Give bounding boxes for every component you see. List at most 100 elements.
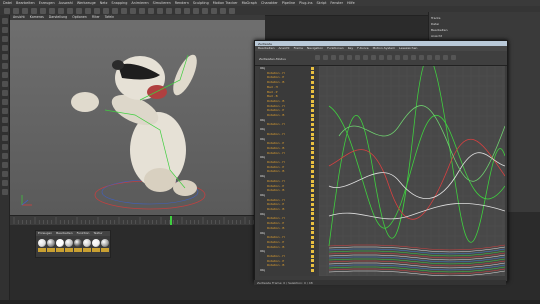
- tool-icon[interactable]: [13, 7, 19, 14]
- timeline-tool-icon[interactable]: [419, 55, 424, 60]
- material-swatch[interactable]: [38, 239, 46, 247]
- track-list[interactable]: Obj Rotation . H Rotation . P Rotation . BB…: [259, 66, 317, 276]
- timeline-tool-icon[interactable]: [363, 55, 368, 60]
- timeline-tool-icon[interactable]: [371, 55, 376, 60]
- tool-icon[interactable]: [1, 117, 8, 123]
- tool-icon[interactable]: [1, 81, 8, 87]
- tool-icon[interactable]: [1, 189, 8, 195]
- track-toggle[interactable]: [311, 259, 314, 263]
- menu-item[interactable]: Snapping: [111, 1, 127, 5]
- menu-item[interactable]: Rendern: [175, 1, 189, 5]
- menu-item[interactable]: Auswahl: [59, 1, 73, 5]
- tool-icon[interactable]: [1, 135, 8, 141]
- track-toggle[interactable]: [311, 160, 314, 164]
- material-swatch[interactable]: [83, 239, 91, 247]
- timeline-tool-icon[interactable]: [355, 55, 360, 60]
- tool-icon[interactable]: [40, 7, 46, 14]
- menu-item[interactable]: Simulieren: [153, 1, 171, 5]
- menu-item[interactable]: Motion Tracker: [213, 1, 238, 5]
- timeline-tool-icon[interactable]: [323, 55, 328, 60]
- tool-icon[interactable]: [1, 153, 8, 159]
- tool-icon[interactable]: [211, 7, 217, 14]
- timeline-tool-icon[interactable]: [347, 55, 352, 60]
- tool-icon[interactable]: [1, 18, 8, 24]
- tool-icon[interactable]: [1, 144, 8, 150]
- track-toggle[interactable]: [311, 217, 314, 221]
- track-toggle[interactable]: [311, 127, 314, 131]
- track-row[interactable]: Obj: [259, 268, 317, 273]
- track-toggle[interactable]: [311, 156, 314, 160]
- timeline-tool-icon[interactable]: [435, 55, 440, 60]
- tool-icon[interactable]: [1, 108, 8, 114]
- timeline-tool-icon[interactable]: [403, 55, 408, 60]
- menu-item[interactable]: Skript: [316, 1, 326, 5]
- track-toggle[interactable]: [311, 141, 314, 145]
- object-manager-row[interactable]: Tracks: [431, 16, 440, 20]
- track-toggle[interactable]: [311, 179, 314, 183]
- track-toggle[interactable]: [311, 240, 314, 244]
- tool-icon[interactable]: [31, 7, 37, 14]
- material-menu-item[interactable]: Erzeugen: [38, 231, 52, 236]
- material-swatch[interactable]: [92, 239, 100, 247]
- track-toggle[interactable]: [311, 90, 314, 94]
- track-toggle[interactable]: [311, 212, 314, 216]
- tool-icon[interactable]: [103, 7, 109, 14]
- track-toggle[interactable]: [311, 132, 314, 136]
- tool-icon[interactable]: [220, 7, 226, 14]
- track-toggle[interactable]: [311, 184, 314, 188]
- track-toggle[interactable]: [311, 188, 314, 192]
- track-toggle[interactable]: [311, 235, 314, 239]
- tool-icon[interactable]: [157, 7, 163, 14]
- tool-icon[interactable]: [67, 7, 73, 14]
- menu-item[interactable]: Bearbeiten: [16, 1, 35, 5]
- tool-icon[interactable]: [1, 72, 8, 78]
- timeline-tool-icon[interactable]: [395, 55, 400, 60]
- tool-icon[interactable]: [1, 171, 8, 177]
- track-toggle[interactable]: [311, 113, 314, 117]
- tool-icon[interactable]: [139, 7, 145, 14]
- tool-icon[interactable]: [202, 7, 208, 14]
- tool-icon[interactable]: [1, 27, 8, 33]
- fcurve-graph[interactable]: [318, 57, 506, 277]
- fcurve-canvas[interactable]: [318, 57, 506, 277]
- track-toggle[interactable]: [311, 85, 314, 89]
- tool-icon[interactable]: [1, 63, 8, 69]
- menu-item[interactable]: Datei: [3, 1, 12, 5]
- menu-item[interactable]: Charakter: [261, 1, 278, 5]
- track-toggle[interactable]: [311, 71, 314, 75]
- tool-icon[interactable]: [1, 126, 8, 132]
- tool-icon[interactable]: [85, 7, 91, 14]
- tool-icon[interactable]: [94, 7, 100, 14]
- material-menu-item[interactable]: Textur: [93, 231, 102, 236]
- object-manager-row[interactable]: Datei: [431, 22, 439, 26]
- track-toggle[interactable]: [311, 137, 314, 141]
- track-toggle[interactable]: [311, 118, 314, 122]
- track-toggle[interactable]: [311, 254, 314, 258]
- material-swatch[interactable]: [101, 239, 109, 247]
- timeline-tool-icon[interactable]: [451, 55, 456, 60]
- material-swatch[interactable]: [65, 239, 73, 247]
- tool-icon[interactable]: [1, 54, 8, 60]
- tool-icon[interactable]: [175, 7, 181, 14]
- timeline-tool-icon[interactable]: [387, 55, 392, 60]
- track-toggle[interactable]: [311, 165, 314, 169]
- tool-icon[interactable]: [76, 7, 82, 14]
- track-toggle[interactable]: [311, 268, 314, 272]
- timeline-tool-icon[interactable]: [315, 55, 320, 60]
- object-manager-row[interactable]: Bearbeiten: [431, 28, 447, 32]
- tool-icon[interactable]: [4, 7, 10, 14]
- track-toggle[interactable]: [311, 226, 314, 230]
- menu-item[interactable]: Pipeline: [282, 1, 295, 5]
- material-menu-item[interactable]: Bearbeiten: [56, 231, 72, 236]
- viewport-canvas[interactable]: [10, 20, 265, 215]
- timeline-scrubber[interactable]: [10, 215, 265, 225]
- menu-item[interactable]: Netz: [100, 1, 108, 5]
- tool-icon[interactable]: [22, 7, 28, 14]
- menu-item[interactable]: Animieren: [131, 1, 148, 5]
- track-toggle[interactable]: [311, 146, 314, 150]
- material-swatch[interactable]: [47, 239, 55, 247]
- timeline-tool-icon[interactable]: [427, 55, 432, 60]
- track-toggle[interactable]: [311, 198, 314, 202]
- tool-icon[interactable]: [166, 7, 172, 14]
- material-menu-item[interactable]: Funktion: [77, 231, 90, 236]
